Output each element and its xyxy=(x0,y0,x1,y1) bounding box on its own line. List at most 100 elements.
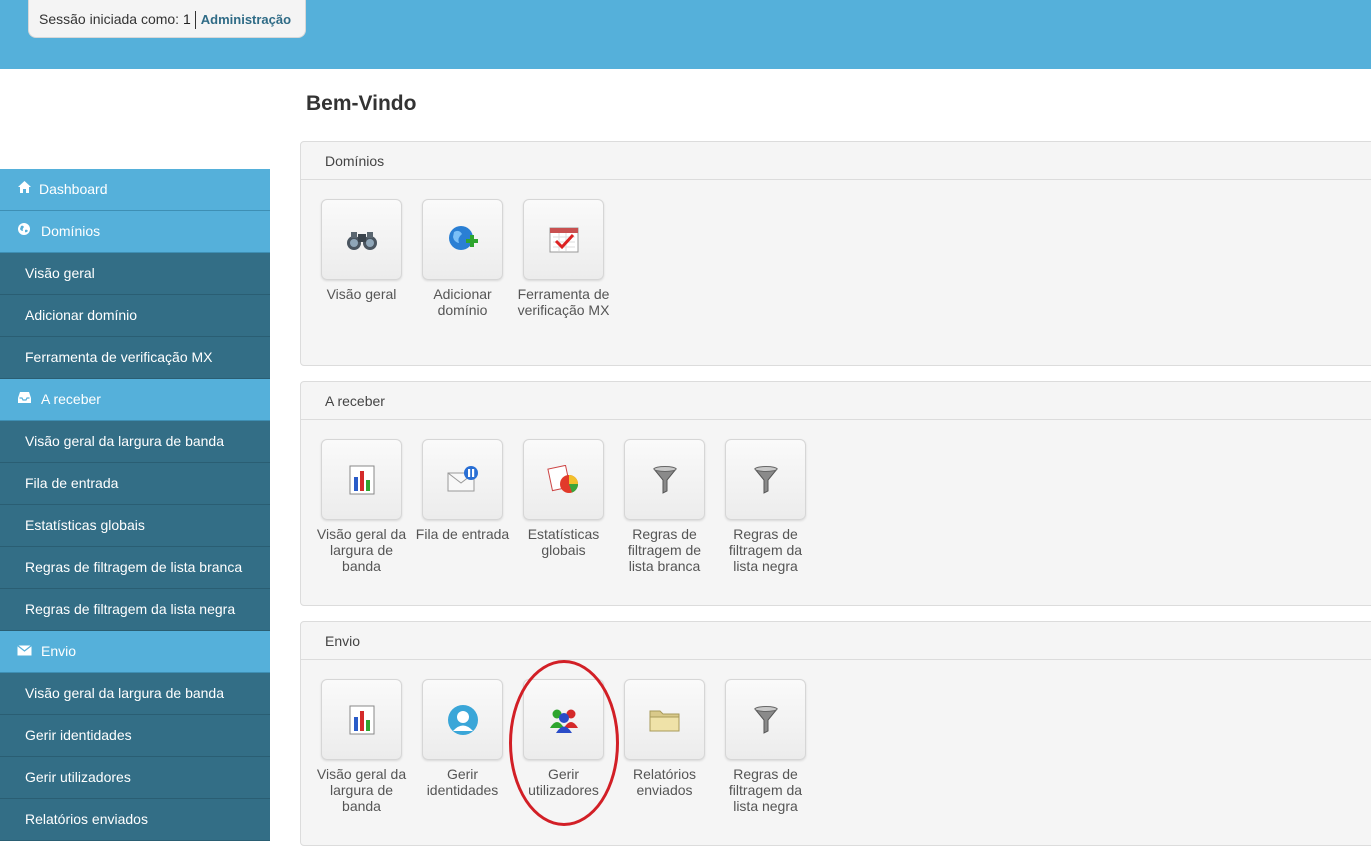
tile-fila-entrada[interactable]: Fila de entrada xyxy=(412,439,513,542)
sidebar-item-label: Visão geral da largura de banda xyxy=(25,433,225,449)
sidebar-item-envio-largura-banda[interactable]: Visão geral da largura de banda xyxy=(0,673,270,715)
inbox-icon xyxy=(15,379,33,420)
bar-chart-icon xyxy=(349,465,374,494)
tile-gerir-identidades[interactable]: Gerir identidades xyxy=(412,679,513,798)
tile-button[interactable] xyxy=(725,679,806,760)
tile-ferramenta-mx[interactable]: Ferramenta de verificação MX xyxy=(513,199,614,318)
tile-lista-branca[interactable]: Regras de filtragem de lista branca xyxy=(614,439,715,574)
panel-a-receber: A receber Visão geral da largura de band… xyxy=(300,381,1371,606)
tile-button[interactable] xyxy=(523,679,604,760)
sidebar-item-label: Gerir utilizadores xyxy=(25,769,131,785)
sidebar-item-dominios[interactable]: Domínios xyxy=(0,211,270,253)
sidebar-item-label: Dashboard xyxy=(39,181,108,197)
tile-button[interactable] xyxy=(321,679,402,760)
tile-receber-largura-banda[interactable]: Visão geral da largura de banda xyxy=(311,439,412,574)
globe-add-icon xyxy=(448,225,478,250)
sidebar-item-label: Visão geral xyxy=(25,265,95,281)
tile-button[interactable] xyxy=(422,439,503,520)
sidebar-item-label: Fila de entrada xyxy=(25,475,119,491)
sidebar-item-receber-largura-banda[interactable]: Visão geral da largura de banda xyxy=(0,421,270,463)
users-group-icon xyxy=(549,709,578,733)
tile-envio-largura-banda[interactable]: Visão geral da largura de banda xyxy=(311,679,412,814)
sidebar-item-label: Adicionar domínio xyxy=(25,307,138,323)
sidebar-item-gerir-identidades[interactable]: Gerir identidades xyxy=(0,715,270,757)
page-title: Bem-Vindo xyxy=(306,92,417,115)
sidebar-item-gerir-utilizadores[interactable]: Gerir utilizadores xyxy=(0,757,270,799)
tile-button[interactable] xyxy=(321,199,402,280)
tile-label: Gerir identidades xyxy=(426,766,499,798)
mail-pause-icon xyxy=(447,465,478,491)
sidebar-item-label: Ferramenta de verificação MX xyxy=(25,349,213,365)
tile-button[interactable] xyxy=(624,439,705,520)
sidebar-item-label: Envio xyxy=(41,643,77,659)
tile-label: Relatórios enviados xyxy=(632,766,697,798)
session-user-id: 1 xyxy=(182,11,191,27)
tile-label: Visão geral da largura de banda xyxy=(316,526,407,574)
globe-icon xyxy=(15,211,33,252)
sidebar: Dashboard Domínios Visão geral Adicionar… xyxy=(0,169,270,849)
sidebar-item-visao-geral[interactable]: Visão geral xyxy=(0,253,270,295)
sidebar-item-label: Relatórios enviados xyxy=(25,811,148,827)
tile-label: Gerir utilizadores xyxy=(528,766,599,798)
sidebar-item-ferramenta-mx[interactable]: Ferramenta de verificação MX xyxy=(0,337,270,379)
home-icon xyxy=(15,169,33,210)
tile-envio-lista-negra[interactable]: Regras de filtragem da lista negra xyxy=(715,679,816,814)
sidebar-item-lista-branca[interactable]: Regras de filtragem de lista branca xyxy=(0,547,270,589)
tile-label: Regras de filtragem de lista branca xyxy=(627,526,702,574)
sidebar-item-envio[interactable]: Envio xyxy=(0,631,270,673)
session-role-link[interactable]: Administração xyxy=(201,12,291,27)
sidebar-item-relatorios-enviados[interactable]: Relatórios enviados xyxy=(0,799,270,841)
tile-relatorios-enviados[interactable]: Relatórios enviados xyxy=(614,679,715,798)
sidebar-item-lista-negra[interactable]: Regras de filtragem da lista negra xyxy=(0,589,270,631)
tile-label: Regras de filtragem da lista negra xyxy=(728,766,803,814)
calendar-check-icon xyxy=(549,227,578,252)
panel-dominios: Domínios Visão geral Adicionar domínio F… xyxy=(300,141,1371,366)
panel-title: A receber xyxy=(301,382,1371,420)
tile-gerir-utilizadores[interactable]: Gerir utilizadores xyxy=(513,679,614,798)
tile-button[interactable] xyxy=(422,199,503,280)
sidebar-item-label: Domínios xyxy=(41,223,101,239)
tile-button[interactable] xyxy=(321,439,402,520)
panel-title: Domínios xyxy=(301,142,1371,180)
sidebar-item-adicionar-dominio[interactable]: Adicionar domínio xyxy=(0,295,270,337)
sidebar-item-label: A receber xyxy=(41,391,101,407)
bar-chart-icon xyxy=(349,705,374,734)
tile-label: Visão geral xyxy=(326,286,397,302)
sidebar-item-dashboard[interactable]: Dashboard xyxy=(0,169,270,211)
tile-button[interactable] xyxy=(624,679,705,760)
tile-lista-negra[interactable]: Regras de filtragem da lista negra xyxy=(715,439,816,574)
tile-button[interactable] xyxy=(523,199,604,280)
sidebar-item-fila-entrada[interactable]: Fila de entrada xyxy=(0,463,270,505)
envelope-icon xyxy=(15,631,33,672)
tile-label: Visão geral da largura de banda xyxy=(316,766,407,814)
funnel-icon xyxy=(753,705,778,734)
tile-label: Adicionar domínio xyxy=(433,286,492,318)
session-info: Sessão iniciada como: 1 Administração xyxy=(28,0,306,38)
tile-label: Fila de entrada xyxy=(415,526,510,542)
tile-label: Ferramenta de verificação MX xyxy=(517,286,610,318)
sidebar-item-label: Estatísticas globais xyxy=(25,517,145,533)
sidebar-item-label: Regras de filtragem de lista branca xyxy=(25,559,243,575)
panel-title: Envio xyxy=(301,622,1371,660)
sidebar-item-a-receber[interactable]: A receber xyxy=(0,379,270,421)
sidebar-item-estatisticas-globais[interactable]: Estatísticas globais xyxy=(0,505,270,547)
funnel-icon xyxy=(652,465,677,494)
tile-label: Estatísticas globais xyxy=(527,526,600,558)
sidebar-item-label: Regras de filtragem da lista negra xyxy=(25,601,236,617)
tile-adicionar-dominio[interactable]: Adicionar domínio xyxy=(412,199,513,318)
folder-icon xyxy=(649,710,679,731)
session-separator xyxy=(194,11,196,30)
sidebar-item-label: Gerir identidades xyxy=(25,727,132,743)
sidebar-item-label: Visão geral da largura de banda xyxy=(25,685,225,701)
tile-button[interactable] xyxy=(523,439,604,520)
tile-estatisticas-globais[interactable]: Estatísticas globais xyxy=(513,439,614,558)
pie-chart-icon xyxy=(546,464,578,493)
funnel-icon xyxy=(753,465,778,494)
binoculars-icon xyxy=(346,231,377,250)
session-label: Sessão iniciada como: xyxy=(39,11,180,27)
tile-button[interactable] xyxy=(725,439,806,520)
panel-envio: Envio Visão geral da largura de banda Ge… xyxy=(300,621,1371,846)
tile-visao-geral[interactable]: Visão geral xyxy=(311,199,412,302)
tile-button[interactable] xyxy=(422,679,503,760)
user-avatar-icon xyxy=(447,704,478,735)
